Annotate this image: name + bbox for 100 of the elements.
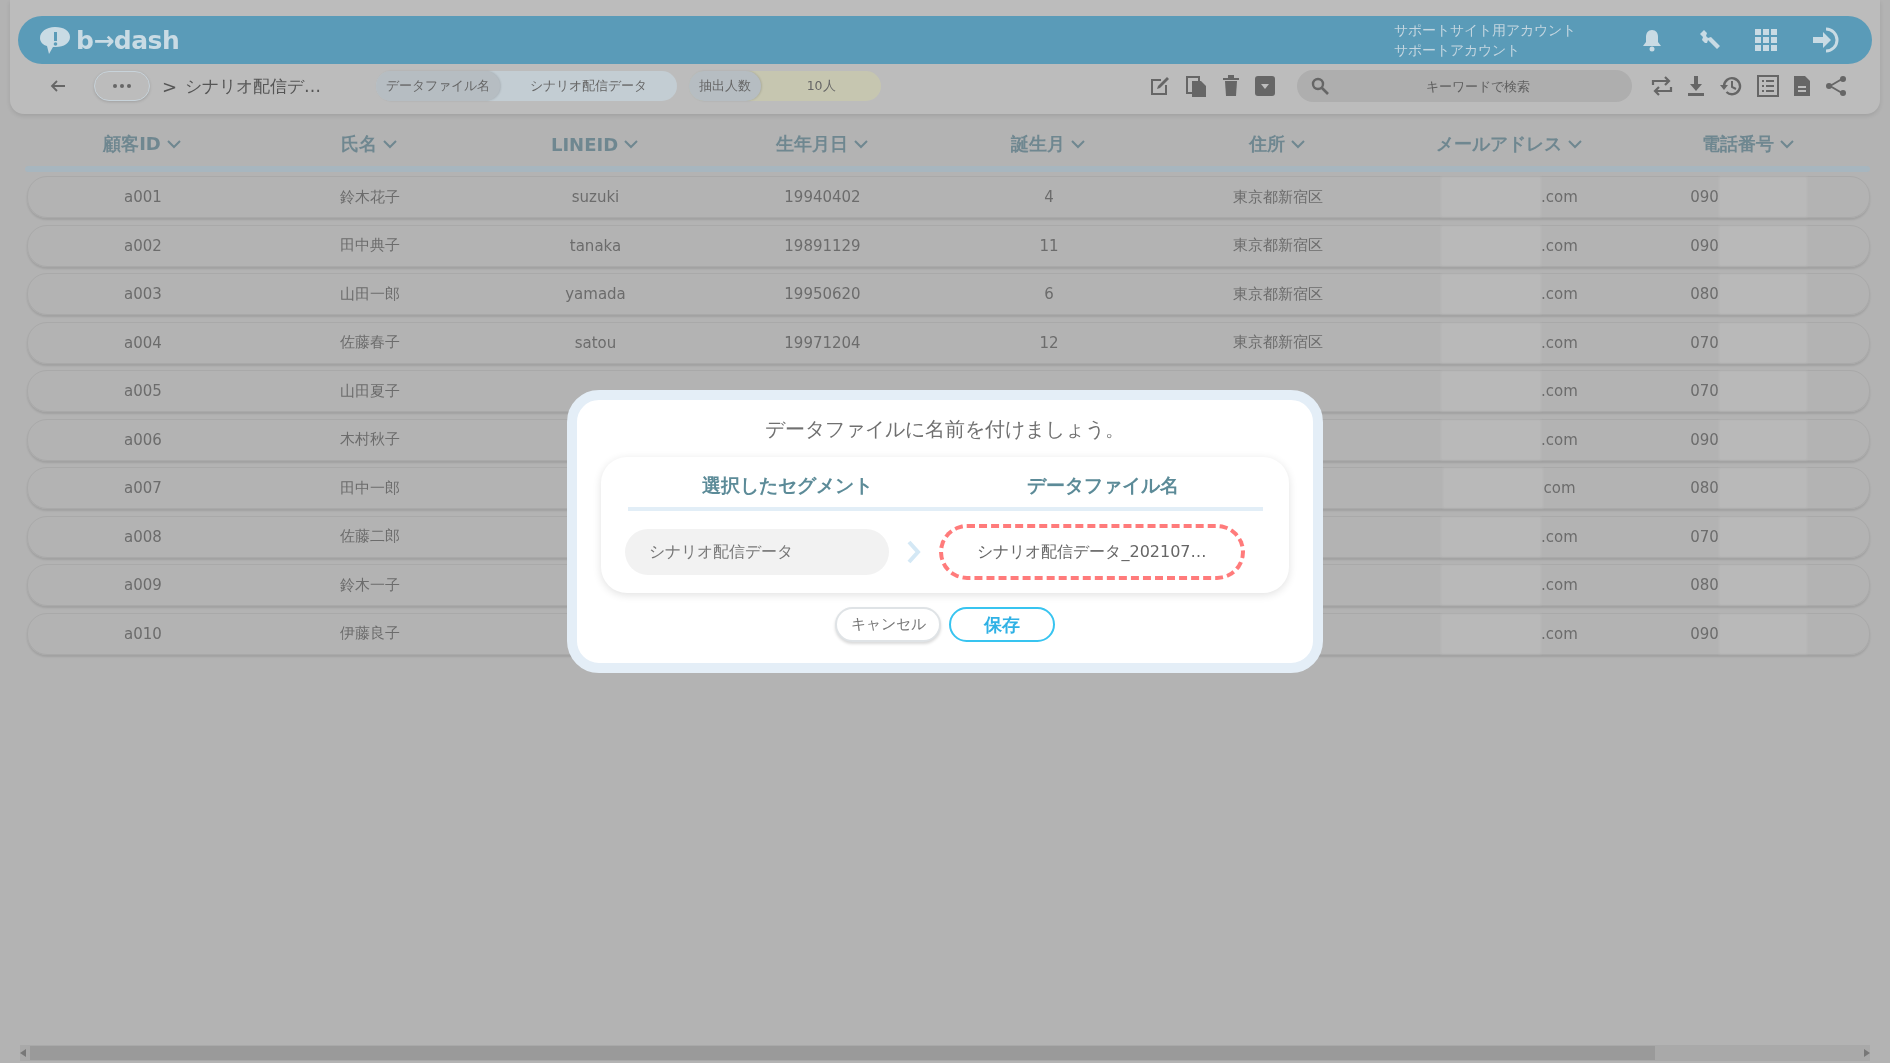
chevron-down-icon bbox=[853, 139, 868, 149]
column-header[interactable]: 住所 bbox=[1161, 132, 1392, 156]
share-icon[interactable] bbox=[1825, 75, 1847, 97]
table-cell: 090 bbox=[1690, 430, 1719, 449]
table-cell: .com bbox=[1541, 188, 1578, 206]
table-cell: a007 bbox=[124, 479, 162, 497]
account-name: サポートサイト用アカウント bbox=[1394, 21, 1576, 40]
table-cell: a008 bbox=[124, 527, 162, 546]
table-cell: a010 bbox=[124, 624, 162, 643]
table-cell: 19971204 bbox=[784, 333, 861, 352]
list-icon[interactable] bbox=[1757, 75, 1779, 97]
column-header[interactable]: 生年月日 bbox=[708, 132, 935, 156]
chevron-down-icon bbox=[1290, 139, 1305, 149]
dots-icon bbox=[112, 83, 132, 89]
swap-icon[interactable] bbox=[1651, 76, 1673, 96]
column-header[interactable]: 顧客ID bbox=[27, 132, 257, 156]
bell-icon[interactable] bbox=[1641, 28, 1663, 52]
history-icon[interactable] bbox=[1719, 75, 1743, 97]
breadcrumb-text: シナリオ配信デ… bbox=[185, 74, 322, 98]
pill-label: 抽出人数 bbox=[689, 71, 762, 101]
table-cell: 070 bbox=[1690, 382, 1719, 400]
chevron-down-icon bbox=[1071, 139, 1085, 149]
chevron-down-icon bbox=[624, 139, 639, 149]
more-button[interactable] bbox=[94, 71, 150, 101]
document-icon[interactable] bbox=[1793, 75, 1811, 97]
table-cell: a003 bbox=[124, 285, 162, 303]
table-cell: 090 bbox=[1690, 236, 1719, 255]
archive-icon[interactable] bbox=[1254, 75, 1276, 97]
table-cell: 木村秋子 bbox=[340, 430, 400, 449]
pill-value: 10人 bbox=[805, 77, 837, 95]
table-cell: 090 bbox=[1690, 188, 1719, 206]
table-cell: .com bbox=[1541, 333, 1578, 352]
table-cell: suzuki bbox=[571, 188, 620, 206]
table-cell: 東京都新宿区 bbox=[1232, 236, 1323, 255]
scroll-left-icon[interactable] bbox=[20, 1049, 26, 1057]
trash-icon[interactable] bbox=[1222, 75, 1240, 97]
table-cell: 鈴木花子 bbox=[340, 187, 400, 207]
table-cell: .com bbox=[1541, 624, 1578, 643]
table-cell: 090 bbox=[1690, 624, 1719, 643]
column-heading: 選択したセグメント bbox=[701, 473, 874, 498]
account-name: サポートアカウント bbox=[1394, 41, 1521, 60]
copy-icon[interactable] bbox=[1186, 74, 1208, 98]
table-cell: 東京都新宿区 bbox=[1232, 187, 1323, 207]
table-cell: 東京都新宿区 bbox=[1232, 333, 1323, 352]
table-cell: .com bbox=[1541, 285, 1578, 303]
table-cell: 田中典子 bbox=[340, 236, 400, 255]
save-button[interactable]: 保存 bbox=[949, 607, 1055, 642]
chevron-down-icon bbox=[1779, 139, 1794, 149]
segment-field: シナリオ配信データ bbox=[625, 529, 889, 575]
search-field[interactable]: キーワードで検索 bbox=[1297, 70, 1632, 102]
filename-field[interactable]: シナリオ配信データ_202107… bbox=[939, 524, 1245, 580]
column-header[interactable]: LINEID bbox=[481, 133, 708, 155]
chevron-down-icon bbox=[1567, 139, 1582, 149]
table-cell: .com bbox=[1541, 527, 1578, 546]
cancel-button[interactable]: キャンセル bbox=[835, 607, 941, 642]
table-cell: 19940402 bbox=[784, 188, 861, 206]
column-header[interactable]: 氏名 bbox=[257, 132, 481, 156]
table-cell: a009 bbox=[124, 576, 162, 594]
table-cell: .com bbox=[1541, 576, 1578, 594]
table-cell: 6 bbox=[1044, 285, 1054, 303]
column-heading: データファイル名 bbox=[1025, 473, 1180, 498]
column-header[interactable]: 誕生月 bbox=[935, 132, 1161, 156]
chevron-down-icon bbox=[166, 139, 181, 149]
speech-bubble-logo-icon bbox=[38, 25, 72, 55]
table-cell: 東京都新宿区 bbox=[1232, 284, 1323, 304]
table-cell: .com bbox=[1541, 430, 1578, 449]
breadcrumb-separator: > bbox=[162, 75, 178, 97]
table-cell: 070 bbox=[1690, 527, 1719, 546]
table-cell: 11 bbox=[1039, 236, 1059, 255]
logo-text: b→dash bbox=[76, 25, 180, 55]
table-cell: 19950620 bbox=[784, 285, 861, 303]
table-cell: satou bbox=[574, 333, 617, 352]
table-cell: a002 bbox=[124, 236, 162, 255]
table-cell: 080 bbox=[1690, 285, 1719, 303]
pill-label: データファイル名 bbox=[376, 71, 501, 101]
table-cell: yamada bbox=[565, 285, 626, 303]
edit-icon[interactable] bbox=[1148, 74, 1172, 98]
table-cell: .com bbox=[1541, 382, 1578, 400]
pill-value: シナリオ配信データ bbox=[529, 77, 649, 95]
search-icon bbox=[1311, 77, 1329, 95]
scroll-right-icon[interactable] bbox=[1864, 1049, 1870, 1057]
column-header[interactable]: メールアドレス bbox=[1392, 132, 1625, 156]
table-cell: tanaka bbox=[569, 236, 622, 255]
table-cell: a004 bbox=[124, 333, 162, 352]
table-cell: 山田夏子 bbox=[340, 381, 400, 401]
horizontal-scrollbar[interactable] bbox=[20, 1045, 1870, 1061]
table-cell: 19891129 bbox=[784, 236, 861, 255]
download-icon[interactable] bbox=[1687, 75, 1705, 97]
table-cell: 070 bbox=[1690, 333, 1719, 352]
chevron-right-icon bbox=[907, 540, 921, 564]
grid-icon[interactable] bbox=[1755, 29, 1777, 51]
chevron-down-icon bbox=[383, 139, 397, 149]
table-cell: a006 bbox=[124, 430, 162, 449]
table-cell: 伊藤良子 bbox=[340, 624, 400, 643]
column-header[interactable]: 電話番号 bbox=[1625, 132, 1870, 156]
dialog-title: データファイルに名前を付けましょう。 bbox=[765, 417, 1125, 443]
table-cell: 4 bbox=[1044, 188, 1054, 206]
back-arrow-icon[interactable] bbox=[50, 79, 66, 93]
table-cell: 080 bbox=[1690, 576, 1719, 594]
table-cell: a005 bbox=[124, 382, 162, 400]
